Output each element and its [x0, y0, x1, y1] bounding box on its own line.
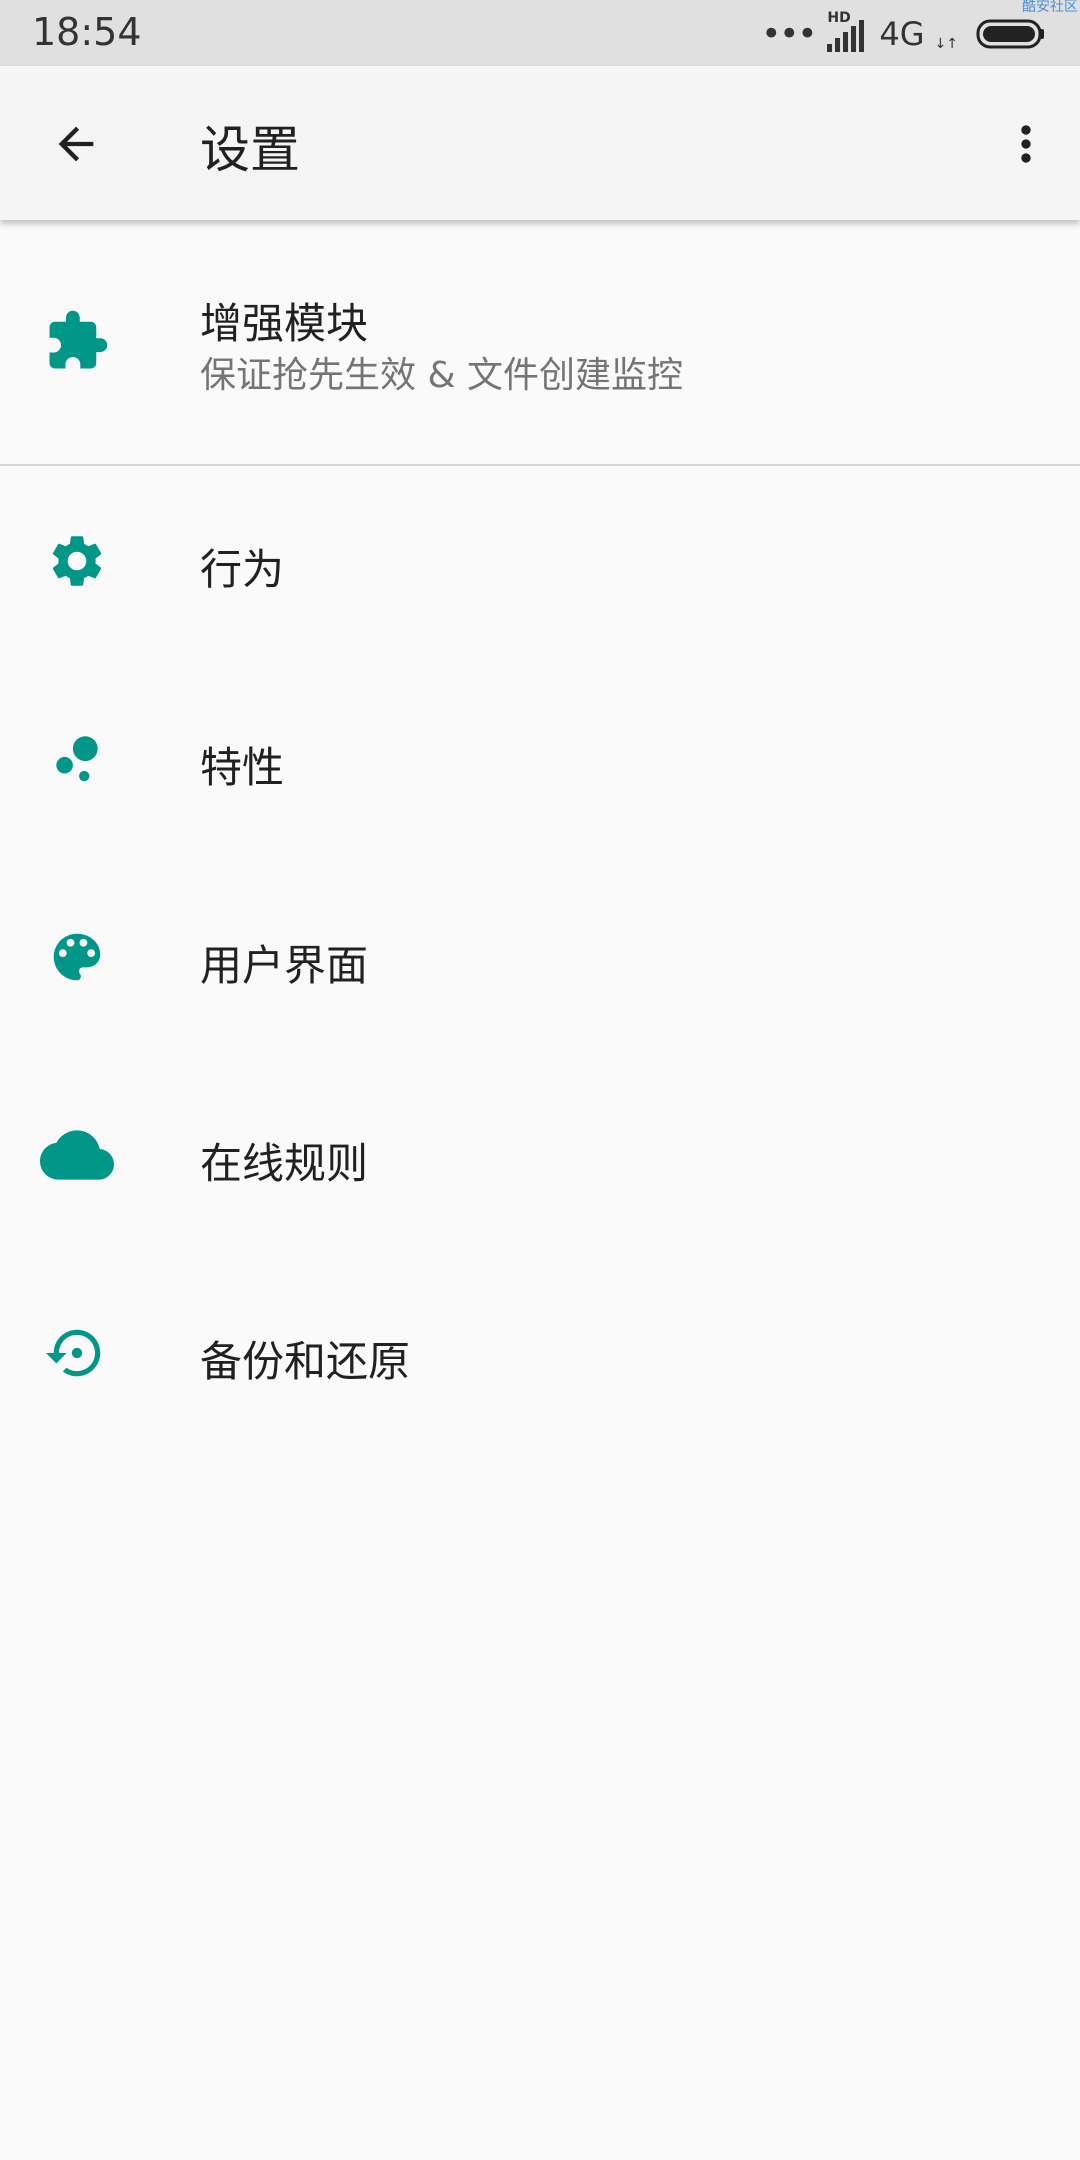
more-vert-icon	[1021, 125, 1031, 163]
setting-features[interactable]: 特性	[0, 672, 1080, 870]
setting-online-rules[interactable]: 在线规则	[0, 1068, 1080, 1266]
setting-user-interface[interactable]: 用户界面	[0, 870, 1080, 1068]
setting-title: 特性	[200, 743, 285, 792]
setting-title: 用户界面	[200, 941, 369, 990]
setting-enhancement-module[interactable]: 增强模块 保证抢先生效 & 文件创建监控	[0, 220, 1080, 464]
palette-icon	[40, 920, 114, 994]
status-bar: 18:54 ••• HD 4G ↓↑ 酷安社区	[0, 0, 1080, 66]
setting-title: 行为	[200, 545, 285, 594]
puzzle-icon	[40, 304, 114, 378]
settings-list: 增强模块 保证抢先生效 & 文件创建监控 行为 特性 用户界面 在线规则 备份和…	[0, 220, 1080, 1464]
setting-title: 在线规则	[200, 1139, 369, 1188]
back-arrow-icon	[58, 126, 94, 162]
cloud-icon	[36, 1118, 118, 1192]
back-button[interactable]	[40, 108, 112, 180]
setting-title: 备份和还原	[200, 1337, 411, 1386]
setting-backup-restore[interactable]: 备份和还原	[0, 1266, 1080, 1464]
status-icons: ••• HD 4G ↓↑	[761, 10, 1046, 56]
status-dots: •••	[761, 14, 817, 54]
setting-behavior[interactable]: 行为	[0, 474, 1080, 672]
overflow-menu-button[interactable]	[990, 108, 1062, 180]
setting-subtitle: 保证抢先生效 & 文件创建监控	[200, 355, 683, 396]
network-type: 4G	[879, 15, 925, 53]
restore-icon	[40, 1316, 114, 1390]
watermark: 酷安社区	[1022, 0, 1078, 15]
status-time: 18:54	[32, 10, 142, 54]
page-title: 设置	[200, 121, 300, 179]
bubbles-icon	[40, 722, 114, 796]
signal-icon: HD	[825, 10, 869, 54]
toolbar: 设置	[0, 66, 1080, 220]
data-activity-icon: ↓↑	[934, 36, 958, 52]
battery-icon	[976, 18, 1046, 50]
gear-icon	[40, 524, 114, 598]
setting-title: 增强模块	[200, 299, 369, 348]
